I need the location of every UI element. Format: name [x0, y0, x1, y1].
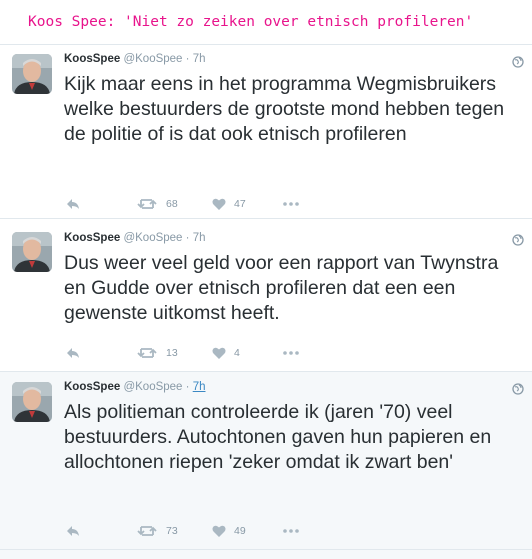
heart-icon[interactable] — [212, 197, 226, 211]
globe-icon[interactable] — [512, 234, 524, 246]
display-name[interactable]: KoosSpee — [64, 232, 120, 244]
more-dots-icon[interactable] — [282, 524, 300, 538]
avatar-image — [12, 382, 52, 422]
tweet-text: Kijk maar eens in het programma Wegmisbr… — [64, 73, 505, 145]
tweet-header: KoosSpee @KooSpee · 7h — [64, 232, 206, 248]
retweet-icon[interactable] — [137, 346, 157, 360]
retweet-icon[interactable] — [137, 197, 157, 211]
like-count: 49 — [234, 525, 246, 537]
separator: · — [185, 53, 190, 65]
avatar-image — [12, 54, 52, 94]
timestamp[interactable]: 7h — [193, 232, 206, 244]
globe-icon[interactable] — [512, 383, 524, 395]
like-count: 47 — [234, 198, 246, 210]
display-name[interactable]: KoosSpee — [64, 53, 120, 65]
avatar-image — [12, 232, 52, 272]
reply-icon[interactable] — [66, 524, 80, 538]
user-handle[interactable]: @KooSpee — [123, 381, 182, 393]
more-dots-icon[interactable] — [282, 346, 300, 360]
avatar[interactable] — [12, 232, 52, 272]
tweet-text: Dus weer veel geld voor een rapport van … — [64, 252, 499, 324]
timestamp[interactable]: 7h — [193, 53, 206, 65]
timestamp[interactable]: 7h — [193, 381, 206, 393]
reply-icon[interactable] — [66, 197, 80, 211]
banner-title: Koos Spee: 'Niet zo zeiken over etnisch … — [28, 14, 474, 30]
retweet-count: 68 — [166, 198, 178, 210]
tweet[interactable]: KoosSpee @KooSpee · 7h Als politieman co… — [0, 371, 532, 549]
retweet-count: 13 — [166, 347, 178, 359]
user-handle[interactable]: @KooSpee — [123, 53, 182, 65]
like-count: 4 — [234, 347, 240, 359]
tweet[interactable]: KoosSpee @KooSpee · 7h Dus weer veel gel… — [0, 218, 532, 371]
tweet-text: Als politieman controleerde ik (jaren '7… — [64, 401, 492, 473]
tweet-header: KoosSpee @KooSpee · 7h — [64, 381, 206, 397]
separator: · — [185, 232, 190, 244]
separator: · — [185, 381, 190, 393]
globe-icon[interactable] — [512, 56, 524, 68]
tweet[interactable]: KoosSpee @KooSpee · 7h Kijk maar eens in… — [0, 44, 532, 218]
reply-icon[interactable] — [66, 346, 80, 360]
avatar[interactable] — [12, 382, 52, 422]
heart-icon[interactable] — [212, 524, 226, 538]
tweet-header: KoosSpee @KooSpee · 7h — [64, 53, 206, 69]
retweet-icon[interactable] — [137, 524, 157, 538]
article-banner: Koos Spee: 'Niet zo zeiken over etnisch … — [0, 0, 532, 44]
next-tweet-edge — [0, 549, 532, 559]
more-dots-icon[interactable] — [282, 197, 300, 211]
heart-icon[interactable] — [212, 346, 226, 360]
avatar[interactable] — [12, 54, 52, 94]
display-name[interactable]: KoosSpee — [64, 381, 120, 393]
user-handle[interactable]: @KooSpee — [123, 232, 182, 244]
retweet-count: 73 — [166, 525, 178, 537]
